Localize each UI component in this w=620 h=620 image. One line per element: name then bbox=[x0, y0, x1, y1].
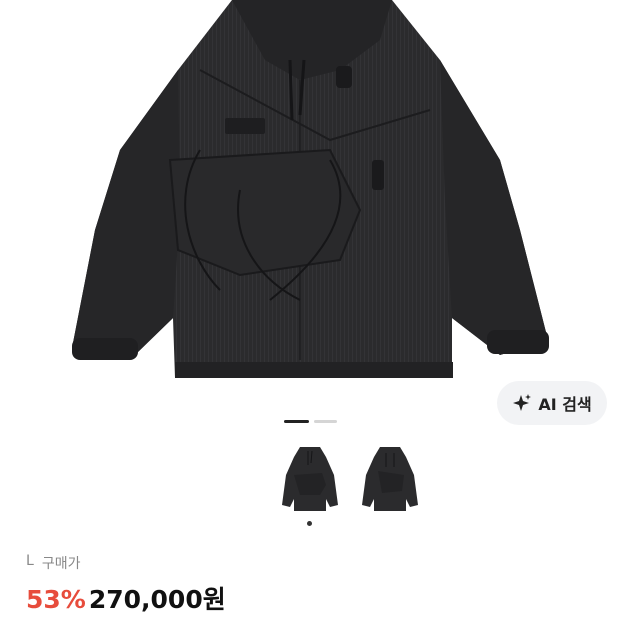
product-image[interactable] bbox=[0, 0, 620, 400]
size-price-label-row: L 구매가 bbox=[26, 553, 80, 573]
thumbnail-selected-dot bbox=[307, 521, 312, 526]
gallery-indicator-inactive[interactable] bbox=[314, 420, 337, 423]
discount-rate: 53% bbox=[26, 585, 86, 614]
ai-search-button[interactable]: AI 검색 bbox=[497, 381, 607, 425]
gallery-indicator-active[interactable] bbox=[284, 420, 309, 423]
ai-search-label: AI 검색 bbox=[538, 395, 592, 414]
size-label: L bbox=[26, 553, 34, 569]
purchase-price-label: 구매가 bbox=[41, 556, 81, 572]
price-row: 53% 270,000원 bbox=[26, 580, 226, 616]
sparkle-icon bbox=[513, 394, 532, 411]
price: 270,000원 bbox=[88, 585, 226, 614]
thumbnail-front[interactable] bbox=[276, 445, 344, 515]
jacket-thumbnail-front bbox=[282, 447, 338, 511]
jacket-thumbnail-alt bbox=[362, 447, 418, 511]
jacket-image bbox=[72, 0, 549, 378]
thumbnail-alt[interactable] bbox=[356, 445, 424, 515]
